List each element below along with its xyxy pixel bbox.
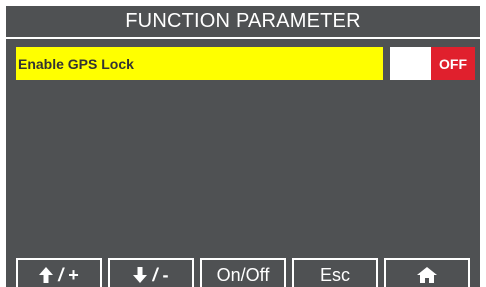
on-off-button[interactable]: On/Off <box>200 258 286 287</box>
up-slash: / <box>58 264 64 285</box>
toggle-off-segment[interactable]: OFF <box>431 47 475 80</box>
esc-label: Esc <box>319 264 350 285</box>
parameter-label[interactable]: Enable GPS Lock <box>16 47 383 80</box>
device-screen: FUNCTION PARAMETER Enable GPS Lock OFF /… <box>6 6 480 287</box>
page-title-text: FUNCTION PARAMETER <box>125 10 361 32</box>
gps-lock-toggle[interactable]: OFF <box>390 47 475 80</box>
home-icon <box>417 267 437 283</box>
arrow-up-icon <box>39 267 54 283</box>
on-off-label: On/Off <box>216 264 270 285</box>
up-plus-label: + <box>68 264 79 285</box>
up-plus-button[interactable]: / + <box>16 258 102 287</box>
page-title: FUNCTION PARAMETER <box>6 6 480 39</box>
toggle-on-segment[interactable] <box>390 47 431 80</box>
home-button[interactable] <box>384 258 470 287</box>
softkey-bar: / + / - On/Off Esc <box>6 258 480 287</box>
down-minus-label: - <box>162 264 169 285</box>
esc-button[interactable]: Esc <box>292 258 378 287</box>
parameter-row-gps-lock[interactable]: Enable GPS Lock OFF <box>16 47 475 80</box>
arrow-down-icon <box>133 267 148 283</box>
down-minus-button[interactable]: / - <box>108 258 194 287</box>
down-slash: / <box>152 264 158 285</box>
